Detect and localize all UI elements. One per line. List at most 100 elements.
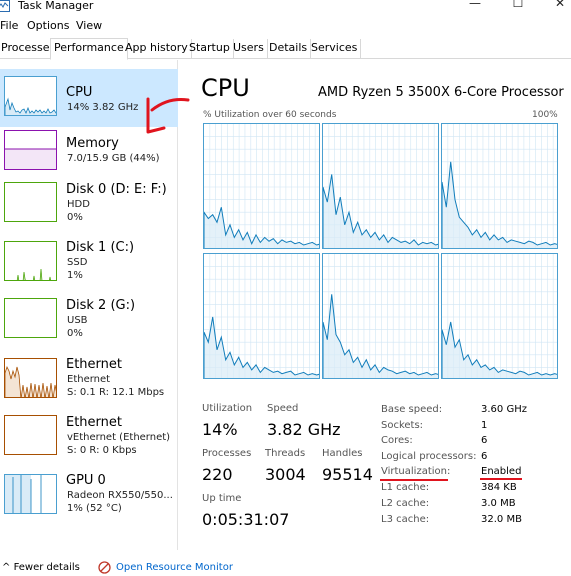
- tab-bar: Processes Performance App history Startu…: [0, 37, 571, 60]
- tab-users[interactable]: Users: [230, 39, 268, 59]
- detail-key-cores: Cores:: [381, 435, 413, 446]
- sidebar-disk-0-usage: 0%: [67, 212, 83, 223]
- fewer-details-toggle[interactable]: ^ Fewer details: [2, 562, 80, 574]
- speed-value: 3.82 GHz: [267, 420, 341, 439]
- sidebar-ethernet-2-adapter: vEthernet (Ethernet): [67, 432, 171, 443]
- chevron-up-icon: ^: [2, 562, 14, 573]
- detail-value-logical-processors: 6: [481, 451, 488, 462]
- disk-0-thumbnail-graph: [4, 182, 57, 222]
- sidebar-disk-1-usage: 1%: [67, 270, 83, 281]
- detail-key-base-speed: Base speed:: [381, 404, 443, 415]
- sidebar-disk-2-type: USB: [67, 315, 88, 326]
- tab-services[interactable]: Services: [308, 39, 362, 59]
- detail-value-l1-cache: 384 KB: [481, 482, 517, 493]
- logical-processor-graph: [441, 253, 558, 379]
- sidebar-item-gpu-0[interactable]: GPU 0 Radeon RX550/550... 1% (52 °C): [0, 473, 178, 534]
- resource-monitor-icon: [98, 561, 111, 574]
- title-bar: Task Manager — ☐ ✕: [0, 0, 571, 15]
- window-title: Task Manager: [18, 0, 94, 12]
- menu-file[interactable]: File: [0, 19, 18, 33]
- utilization-max-label: 100%: [532, 110, 558, 120]
- footer-bar: ^ Fewer details Open Resource Monitor: [0, 560, 571, 576]
- sidebar-gpu-0-model: Radeon RX550/550...: [67, 490, 173, 501]
- handles-label: Handles: [322, 448, 363, 459]
- disk-1-thumbnail-graph: [4, 241, 57, 281]
- threads-label: Threads: [265, 448, 306, 459]
- utilization-value: 14%: [202, 420, 238, 439]
- detail-key-l3-cache: L3 cache:: [381, 514, 430, 525]
- minimize-button[interactable]: —: [461, 0, 489, 11]
- task-manager-icon: [0, 0, 10, 12]
- processes-label: Processes: [202, 448, 252, 459]
- annotation-underline-virtualization: [380, 479, 448, 481]
- sidebar-memory-usage: 7.0/15.9 GB (44%): [67, 153, 160, 164]
- detail-value-l2-cache: 3.0 MB: [481, 498, 516, 509]
- detail-value-l3-cache: 32.0 MB: [481, 514, 522, 525]
- disk-2-thumbnail-graph: [4, 298, 57, 338]
- tab-startup[interactable]: Startup: [186, 39, 234, 59]
- sidebar-memory-name: Memory: [66, 136, 119, 151]
- open-resource-monitor-link[interactable]: Open Resource Monitor: [116, 562, 233, 574]
- sidebar-disk-2-usage: 0%: [67, 328, 83, 339]
- logical-processor-graph: [322, 123, 439, 249]
- uptime-value: 0:05:31:07: [202, 510, 290, 529]
- page-title: CPU: [201, 74, 250, 102]
- logical-processor-graph: [203, 253, 320, 379]
- sidebar-item-ethernet-1[interactable]: Ethernet Ethernet S: 0.1 R: 12.1 Mbps: [0, 357, 178, 418]
- sidebar-disk-2-name: Disk 2 (G:): [66, 298, 136, 313]
- sidebar-ethernet-1-name: Ethernet: [66, 357, 122, 372]
- fewer-details-label: Fewer details: [13, 562, 80, 573]
- detail-value-cores: 6: [481, 435, 488, 446]
- detail-key-l1-cache: L1 cache:: [381, 482, 430, 493]
- sidebar-item-disk-2[interactable]: Disk 2 (G:) USB 0%: [0, 298, 178, 360]
- ethernet-2-thumbnail-graph: [4, 415, 57, 455]
- utilization-caption: % Utilization over 60 seconds: [203, 110, 337, 120]
- sidebar-ethernet-1-throughput: S: 0.1 R: 12.1 Mbps: [67, 387, 165, 398]
- logical-processor-graph: [322, 253, 439, 379]
- detail-key-sockets: Sockets:: [381, 420, 424, 431]
- detail-value-sockets: 1: [481, 420, 488, 431]
- logical-processor-graph: [441, 123, 558, 249]
- processor-name: AMD Ryzen 5 3500X 6-Core Processor: [318, 85, 564, 100]
- tab-performance[interactable]: Performance: [50, 38, 128, 60]
- detail-value-virtualization: Enabled: [481, 466, 522, 477]
- menu-options[interactable]: Options: [27, 19, 69, 33]
- detail-key-l2-cache: L2 cache:: [381, 498, 430, 509]
- sidebar-ethernet-2-name: Ethernet: [66, 415, 122, 430]
- close-button[interactable]: ✕: [546, 0, 571, 11]
- menu-view[interactable]: View: [76, 19, 102, 33]
- processes-value: 220: [202, 465, 233, 484]
- uptime-label: Up time: [202, 493, 242, 504]
- sidebar-item-disk-1[interactable]: Disk 1 (C:) SSD 1%: [0, 240, 178, 302]
- annotation-underline-enabled: [480, 478, 522, 480]
- tab-app-history[interactable]: App history: [122, 39, 192, 59]
- sidebar-gpu-0-usage: 1% (52 °C): [67, 503, 122, 514]
- gpu-0-thumbnail-graph: [4, 474, 57, 514]
- sidebar-item-disk-0[interactable]: Disk 0 (D: E: F:) HDD 0%: [0, 182, 178, 243]
- cpu-thumbnail-graph: [4, 76, 57, 116]
- handles-value: 95514: [322, 465, 373, 484]
- sidebar-disk-1-type: SSD: [67, 257, 88, 268]
- sidebar-ethernet-2-throughput: S: 0 R: 0 Kbps: [67, 445, 137, 456]
- ethernet-1-thumbnail-graph: [4, 358, 57, 398]
- sidebar-cpu-usage: 14% 3.82 GHz: [67, 102, 139, 113]
- sidebar-item-ethernet-2[interactable]: Ethernet vEthernet (Ethernet) S: 0 R: 0 …: [0, 415, 178, 476]
- logical-processor-graph: [203, 123, 320, 249]
- threads-value: 3004: [265, 465, 306, 484]
- utilization-label: Utilization: [202, 403, 253, 414]
- maximize-button[interactable]: ☐: [504, 0, 532, 11]
- menu-bar: File Options View: [0, 17, 571, 35]
- speed-label: Speed: [267, 403, 299, 414]
- sidebar-disk-0-name: Disk 0 (D: E: F:): [66, 182, 167, 197]
- sidebar-gpu-0-name: GPU 0: [66, 473, 106, 488]
- annotation-arrow: [146, 97, 190, 134]
- detail-value-base-speed: 3.60 GHz: [481, 404, 527, 415]
- sidebar-cpu-name: CPU: [66, 85, 93, 100]
- tab-details[interactable]: Details: [266, 39, 312, 59]
- sidebar-disk-0-type: HDD: [67, 199, 90, 210]
- sidebar-ethernet-1-adapter: Ethernet: [67, 374, 111, 385]
- sidebar-disk-1-name: Disk 1 (C:): [66, 240, 135, 255]
- detail-key-virtualization: Virtualization:: [381, 466, 451, 477]
- memory-thumbnail-graph: [4, 130, 57, 170]
- detail-key-logical-processors: Logical processors:: [381, 451, 477, 462]
